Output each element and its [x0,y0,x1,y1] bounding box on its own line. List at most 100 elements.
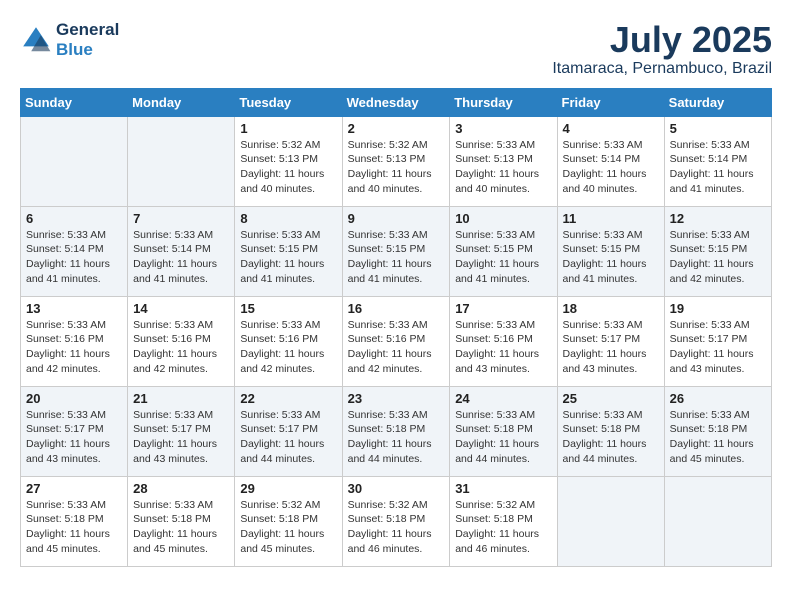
calendar-cell: 3 Sunrise: 5:33 AM Sunset: 5:13 PM Daylig… [450,116,557,206]
calendar-cell [21,116,128,206]
day-info: Sunrise: 5:32 AM Sunset: 5:18 PM Dayligh… [240,498,336,557]
day-info: Sunrise: 5:33 AM Sunset: 5:13 PM Dayligh… [455,138,551,197]
day-number: 17 [455,301,551,316]
day-number: 18 [563,301,659,316]
calendar-table: SundayMondayTuesdayWednesdayThursdayFrid… [20,88,772,567]
calendar-header-sunday: Sunday [21,88,128,116]
day-number: 25 [563,391,659,406]
calendar-cell: 19 Sunrise: 5:33 AM Sunset: 5:17 PM Dayli… [664,296,771,386]
calendar-header-tuesday: Tuesday [235,88,342,116]
calendar-cell: 4 Sunrise: 5:33 AM Sunset: 5:14 PM Daylig… [557,116,664,206]
day-number: 4 [563,121,659,136]
calendar-cell [557,476,664,566]
day-number: 22 [240,391,336,406]
calendar-week-1: 1Sunrise: 5:32 AM Sunset: 5:13 PM Daylig… [21,116,772,206]
day-number: 26 [670,391,766,406]
calendar-cell: 18Sunrise: 5:33 AM Sunset: 5:17 PM Dayli… [557,296,664,386]
calendar-cell: 1Sunrise: 5:32 AM Sunset: 5:13 PM Daylig… [235,116,342,206]
calendar-cell: 28 Sunrise: 5:33 AM Sunset: 5:18 PM Dayli… [128,476,235,566]
day-number: 2 [348,121,445,136]
calendar-week-2: 6Sunrise: 5:33 AM Sunset: 5:14 PM Daylig… [21,206,772,296]
day-number: 31 [455,481,551,496]
calendar-cell: 29 Sunrise: 5:32 AM Sunset: 5:18 PM Dayli… [235,476,342,566]
title-block: July 2025 Itamaraca, Pernambuco, Brazil [552,20,772,78]
calendar-cell [664,476,771,566]
day-info: Sunrise: 5:33 AM Sunset: 5:17 PM Dayligh… [670,318,766,377]
calendar-cell [128,116,235,206]
calendar-cell: 27 Sunrise: 5:33 AM Sunset: 5:18 PM Dayli… [21,476,128,566]
day-number: 20 [26,391,122,406]
day-info: Sunrise: 5:33 AM Sunset: 5:16 PM Dayligh… [133,318,229,377]
calendar-cell: 23Sunrise: 5:33 AM Sunset: 5:18 PM Dayli… [342,386,450,476]
calendar-header-wednesday: Wednesday [342,88,450,116]
day-info: Sunrise: 5:32 AM Sunset: 5:18 PM Dayligh… [455,498,551,557]
month-title: July 2025 [552,20,772,60]
day-number: 3 [455,121,551,136]
calendar-cell: 16Sunrise: 5:33 AM Sunset: 5:16 PM Dayli… [342,296,450,386]
calendar-week-4: 20 Sunrise: 5:33 AM Sunset: 5:17 PM Dayli… [21,386,772,476]
calendar-cell: 13Sunrise: 5:33 AM Sunset: 5:16 PM Dayli… [21,296,128,386]
calendar-cell: 10 Sunrise: 5:33 AM Sunset: 5:15 PM Dayli… [450,206,557,296]
day-info: Sunrise: 5:33 AM Sunset: 5:18 PM Dayligh… [348,408,445,467]
day-info: Sunrise: 5:33 AM Sunset: 5:17 PM Dayligh… [26,408,122,467]
calendar-cell: 2 Sunrise: 5:32 AM Sunset: 5:13 PM Daylig… [342,116,450,206]
location-title: Itamaraca, Pernambuco, Brazil [552,60,772,78]
calendar-body: 1Sunrise: 5:32 AM Sunset: 5:13 PM Daylig… [21,116,772,566]
calendar-week-5: 27 Sunrise: 5:33 AM Sunset: 5:18 PM Dayli… [21,476,772,566]
day-number: 5 [670,121,766,136]
calendar-cell: 12 Sunrise: 5:33 AM Sunset: 5:15 PM Dayli… [664,206,771,296]
day-number: 6 [26,211,122,226]
day-info: Sunrise: 5:33 AM Sunset: 5:15 PM Dayligh… [455,228,551,287]
day-info: Sunrise: 5:32 AM Sunset: 5:13 PM Dayligh… [240,138,336,197]
calendar-cell: 30 Sunrise: 5:32 AM Sunset: 5:18 PM Dayli… [342,476,450,566]
calendar-cell: 21 Sunrise: 5:33 AM Sunset: 5:17 PM Dayli… [128,386,235,476]
calendar-header-saturday: Saturday [664,88,771,116]
calendar-cell: 20 Sunrise: 5:33 AM Sunset: 5:17 PM Dayli… [21,386,128,476]
day-info: Sunrise: 5:33 AM Sunset: 5:18 PM Dayligh… [563,408,659,467]
day-info: Sunrise: 5:33 AM Sunset: 5:15 PM Dayligh… [670,228,766,287]
calendar-cell: 6Sunrise: 5:33 AM Sunset: 5:14 PM Daylig… [21,206,128,296]
day-info: Sunrise: 5:33 AM Sunset: 5:16 PM Dayligh… [455,318,551,377]
day-number: 9 [348,211,445,226]
day-number: 12 [670,211,766,226]
calendar-cell: 7Sunrise: 5:33 AM Sunset: 5:14 PM Daylig… [128,206,235,296]
logo: General Blue [20,20,119,60]
calendar-cell: 24 Sunrise: 5:33 AM Sunset: 5:18 PM Dayli… [450,386,557,476]
page-header: General Blue July 2025 Itamaraca, Pernam… [20,20,772,78]
day-number: 19 [670,301,766,316]
day-info: Sunrise: 5:33 AM Sunset: 5:17 PM Dayligh… [133,408,229,467]
day-number: 15 [240,301,336,316]
day-number: 27 [26,481,122,496]
day-info: Sunrise: 5:33 AM Sunset: 5:18 PM Dayligh… [26,498,122,557]
calendar-cell: 25 Sunrise: 5:33 AM Sunset: 5:18 PM Dayli… [557,386,664,476]
day-number: 24 [455,391,551,406]
calendar-cell: 9 Sunrise: 5:33 AM Sunset: 5:15 PM Daylig… [342,206,450,296]
day-info: Sunrise: 5:33 AM Sunset: 5:14 PM Dayligh… [670,138,766,197]
day-info: Sunrise: 5:33 AM Sunset: 5:15 PM Dayligh… [348,228,445,287]
day-info: Sunrise: 5:32 AM Sunset: 5:13 PM Dayligh… [348,138,445,197]
day-number: 21 [133,391,229,406]
day-info: Sunrise: 5:33 AM Sunset: 5:18 PM Dayligh… [133,498,229,557]
calendar-week-3: 13 Sunrise: 5:33 AM Sunset: 5:16 PM Dayli… [21,296,772,386]
day-number: 30 [348,481,445,496]
day-info: Sunrise: 5:33 AM Sunset: 5:15 PM Dayligh… [240,228,336,287]
calendar-header-thursday: Thursday [450,88,557,116]
day-info: Sunrise: 5:33 AM Sunset: 5:14 PM Dayligh… [563,138,659,197]
calendar-cell: 17 Sunrise: 5:33 AM Sunset: 5:16 PM Dayli… [450,296,557,386]
day-number: 10 [455,211,551,226]
day-info: Sunrise: 5:33 AM Sunset: 5:16 PM Dayligh… [348,318,445,377]
day-number: 8 [240,211,336,226]
calendar-cell: 5 Sunrise: 5:33 AM Sunset: 5:14 PM Daylig… [664,116,771,206]
calendar-cell: 11Sunrise: 5:33 AM Sunset: 5:15 PM Dayli… [557,206,664,296]
day-info: Sunrise: 5:33 AM Sunset: 5:18 PM Dayligh… [455,408,551,467]
day-number: 11 [563,211,659,226]
calendar-cell: 8 Sunrise: 5:33 AM Sunset: 5:15 PM Daylig… [235,206,342,296]
calendar-cell: 26Sunrise: 5:33 AM Sunset: 5:18 PM Dayli… [664,386,771,476]
day-number: 28 [133,481,229,496]
day-number: 29 [240,481,336,496]
calendar-cell: 14Sunrise: 5:33 AM Sunset: 5:16 PM Dayli… [128,296,235,386]
day-number: 7 [133,211,229,226]
calendar-cell: 15Sunrise: 5:33 AM Sunset: 5:16 PM Dayli… [235,296,342,386]
day-info: Sunrise: 5:32 AM Sunset: 5:18 PM Dayligh… [348,498,445,557]
day-number: 13 [26,301,122,316]
